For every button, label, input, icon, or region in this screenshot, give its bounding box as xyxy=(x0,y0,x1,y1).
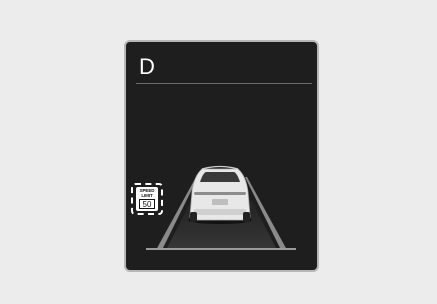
car-rear-icon xyxy=(188,165,252,224)
speed-limit-sign: SPEED LIMIT 50 xyxy=(136,187,158,211)
speed-limit-value: 50 xyxy=(139,199,155,209)
speed-limit-highlight-frame: SPEED LIMIT 50 xyxy=(131,183,163,215)
instrument-cluster-display: D SPEED LIMIT 50 xyxy=(124,40,319,272)
speed-limit-label-line2: LIMIT xyxy=(141,193,153,198)
